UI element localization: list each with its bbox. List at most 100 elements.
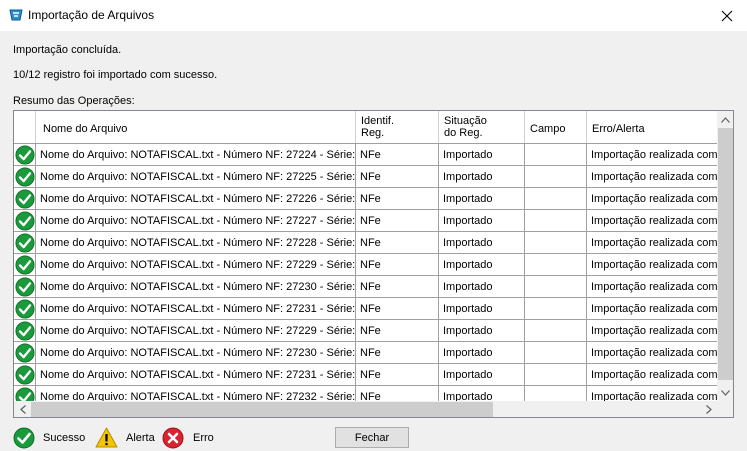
cell-file-name: Nome do Arquivo: NOTAFISCAL.txt - Número… (36, 364, 356, 385)
cell-record-id: NFe (356, 210, 439, 231)
cell-record-id: NFe (356, 144, 439, 165)
cell-error-alert: Importação realizada com (591, 302, 717, 315)
cell-record-id: NFe (356, 342, 439, 363)
vertical-scrollbar[interactable] (717, 111, 733, 401)
cell-record-id: NFe (356, 254, 439, 275)
cell-field (525, 254, 587, 275)
cell-record-status: Importado (439, 166, 525, 187)
cell-error-alert: Importação realizada com (591, 148, 717, 161)
table-row[interactable]: Nome do Arquivo: NOTAFISCAL.txt - Número… (14, 298, 717, 320)
cell-field (525, 166, 587, 187)
cell-record-status: Importado (439, 232, 525, 253)
cell-file-name: Nome do Arquivo: NOTAFISCAL.txt - Número… (36, 166, 356, 187)
close-button[interactable]: Fechar (335, 427, 409, 448)
cell-field (525, 188, 587, 209)
scroll-right-icon[interactable] (700, 401, 717, 417)
cell-record-status: Importado (439, 364, 525, 385)
grid-header: Nome do Arquivo Identif. Reg. Situação d… (14, 111, 717, 144)
operations-grid[interactable]: Nome do Arquivo Identif. Reg. Situação d… (13, 110, 734, 418)
table-row[interactable]: Nome do Arquivo: NOTAFISCAL.txt - Número… (14, 210, 717, 232)
table-row[interactable]: Nome do Arquivo: NOTAFISCAL.txt - Número… (14, 342, 717, 364)
cell-file-name: Nome do Arquivo: NOTAFISCAL.txt - Número… (36, 342, 356, 363)
close-window-button[interactable] (707, 0, 747, 31)
cell-field (525, 342, 587, 363)
cell-field (525, 320, 587, 341)
cell-file-name: Nome do Arquivo: NOTAFISCAL.txt - Número… (36, 188, 356, 209)
cell-record-id: NFe (356, 320, 439, 341)
operations-summary-label: Resumo das Operações: (13, 95, 135, 107)
legend-alert-label: Alerta (126, 432, 155, 444)
legend-error-label: Erro (193, 432, 214, 444)
success-check-icon (14, 364, 36, 385)
table-row[interactable]: Nome do Arquivo: NOTAFISCAL.txt - Número… (14, 276, 717, 298)
cell-file-name: Nome do Arquivo: NOTAFISCAL.txt - Número… (36, 276, 356, 297)
legend-success-label: Sucesso (43, 432, 86, 444)
cell-file-name: Nome do Arquivo: NOTAFISCAL.txt - Número… (36, 298, 356, 319)
cell-record-status: Importado (439, 298, 525, 319)
cell-error-alert: Importação realizada com (591, 324, 717, 337)
cell-error-alert: Importação realizada com (591, 236, 717, 249)
column-header-field[interactable]: Campo (525, 111, 587, 143)
success-check-icon (14, 320, 36, 341)
table-row[interactable]: Nome do Arquivo: NOTAFISCAL.txt - Número… (14, 364, 717, 386)
cell-error-alert: Importação realizada com (591, 214, 717, 227)
table-row[interactable]: Nome do Arquivo: NOTAFISCAL.txt - Número… (14, 144, 717, 166)
cell-error-alert: Importação realizada com (591, 258, 717, 271)
horizontal-scroll-thumb[interactable] (31, 402, 493, 417)
cell-field (525, 298, 587, 319)
success-check-icon (14, 210, 36, 231)
close-icon (721, 10, 733, 21)
success-check-icon (14, 232, 36, 253)
legend-error-icon (162, 427, 184, 449)
scroll-up-icon[interactable] (717, 111, 733, 128)
column-header-record-id[interactable]: Identif. Reg. (356, 111, 439, 143)
window-title: Importação de Arquivos (28, 8, 155, 22)
column-header-error-alert[interactable]: Erro/Alerta (587, 111, 717, 143)
success-check-icon (14, 298, 36, 319)
scrollbar-corner (717, 401, 733, 417)
success-check-icon (14, 254, 36, 275)
cell-file-name: Nome do Arquivo: NOTAFISCAL.txt - Número… (36, 210, 356, 231)
cell-record-status: Importado (439, 276, 525, 297)
app-logo-icon (8, 7, 24, 23)
cell-record-status: Importado (439, 210, 525, 231)
table-row[interactable]: Nome do Arquivo: NOTAFISCAL.txt - Número… (14, 188, 717, 210)
scroll-left-icon[interactable] (14, 401, 31, 417)
cell-record-id: NFe (356, 276, 439, 297)
table-row[interactable]: Nome do Arquivo: NOTAFISCAL.txt - Número… (14, 320, 717, 342)
column-header-icon[interactable] (14, 111, 36, 143)
vertical-scroll-thumb[interactable] (718, 128, 733, 380)
cell-record-id: NFe (356, 232, 439, 253)
cell-field (525, 232, 587, 253)
table-row[interactable]: Nome do Arquivo: NOTAFISCAL.txt - Número… (14, 232, 717, 254)
title-bar: Importação de Arquivos (0, 0, 747, 31)
success-check-icon (14, 188, 36, 209)
cell-record-status: Importado (439, 342, 525, 363)
cell-field (525, 144, 587, 165)
cell-file-name: Nome do Arquivo: NOTAFISCAL.txt - Número… (36, 254, 356, 275)
cell-record-id: NFe (356, 298, 439, 319)
cell-record-status: Importado (439, 144, 525, 165)
cell-field (525, 364, 587, 385)
cell-error-alert: Importação realizada com (591, 368, 717, 381)
column-header-record-status[interactable]: Situação do Reg. (439, 111, 525, 143)
success-check-icon (14, 342, 36, 363)
scroll-down-icon[interactable] (717, 384, 733, 401)
cell-record-id: NFe (356, 364, 439, 385)
success-check-icon (14, 166, 36, 187)
cell-record-status: Importado (439, 188, 525, 209)
table-row[interactable]: Nome do Arquivo: NOTAFISCAL.txt - Número… (14, 254, 717, 276)
import-status-message: Importação concluída. (13, 44, 122, 56)
cell-file-name: Nome do Arquivo: NOTAFISCAL.txt - Número… (36, 232, 356, 253)
legend-success-icon (13, 427, 35, 449)
table-row[interactable]: Nome do Arquivo: NOTAFISCAL.txt - Número… (14, 166, 717, 188)
cell-field (525, 210, 587, 231)
legend-alert-icon (95, 427, 118, 448)
cell-error-alert: Importação realizada com (591, 170, 717, 183)
cell-error-alert: Importação realizada com (591, 346, 717, 359)
cell-error-alert: Importação realizada com (591, 192, 717, 205)
success-check-icon (14, 144, 36, 165)
success-check-icon (14, 276, 36, 297)
horizontal-scrollbar[interactable] (14, 401, 717, 417)
column-header-file-name[interactable]: Nome do Arquivo (36, 111, 356, 143)
